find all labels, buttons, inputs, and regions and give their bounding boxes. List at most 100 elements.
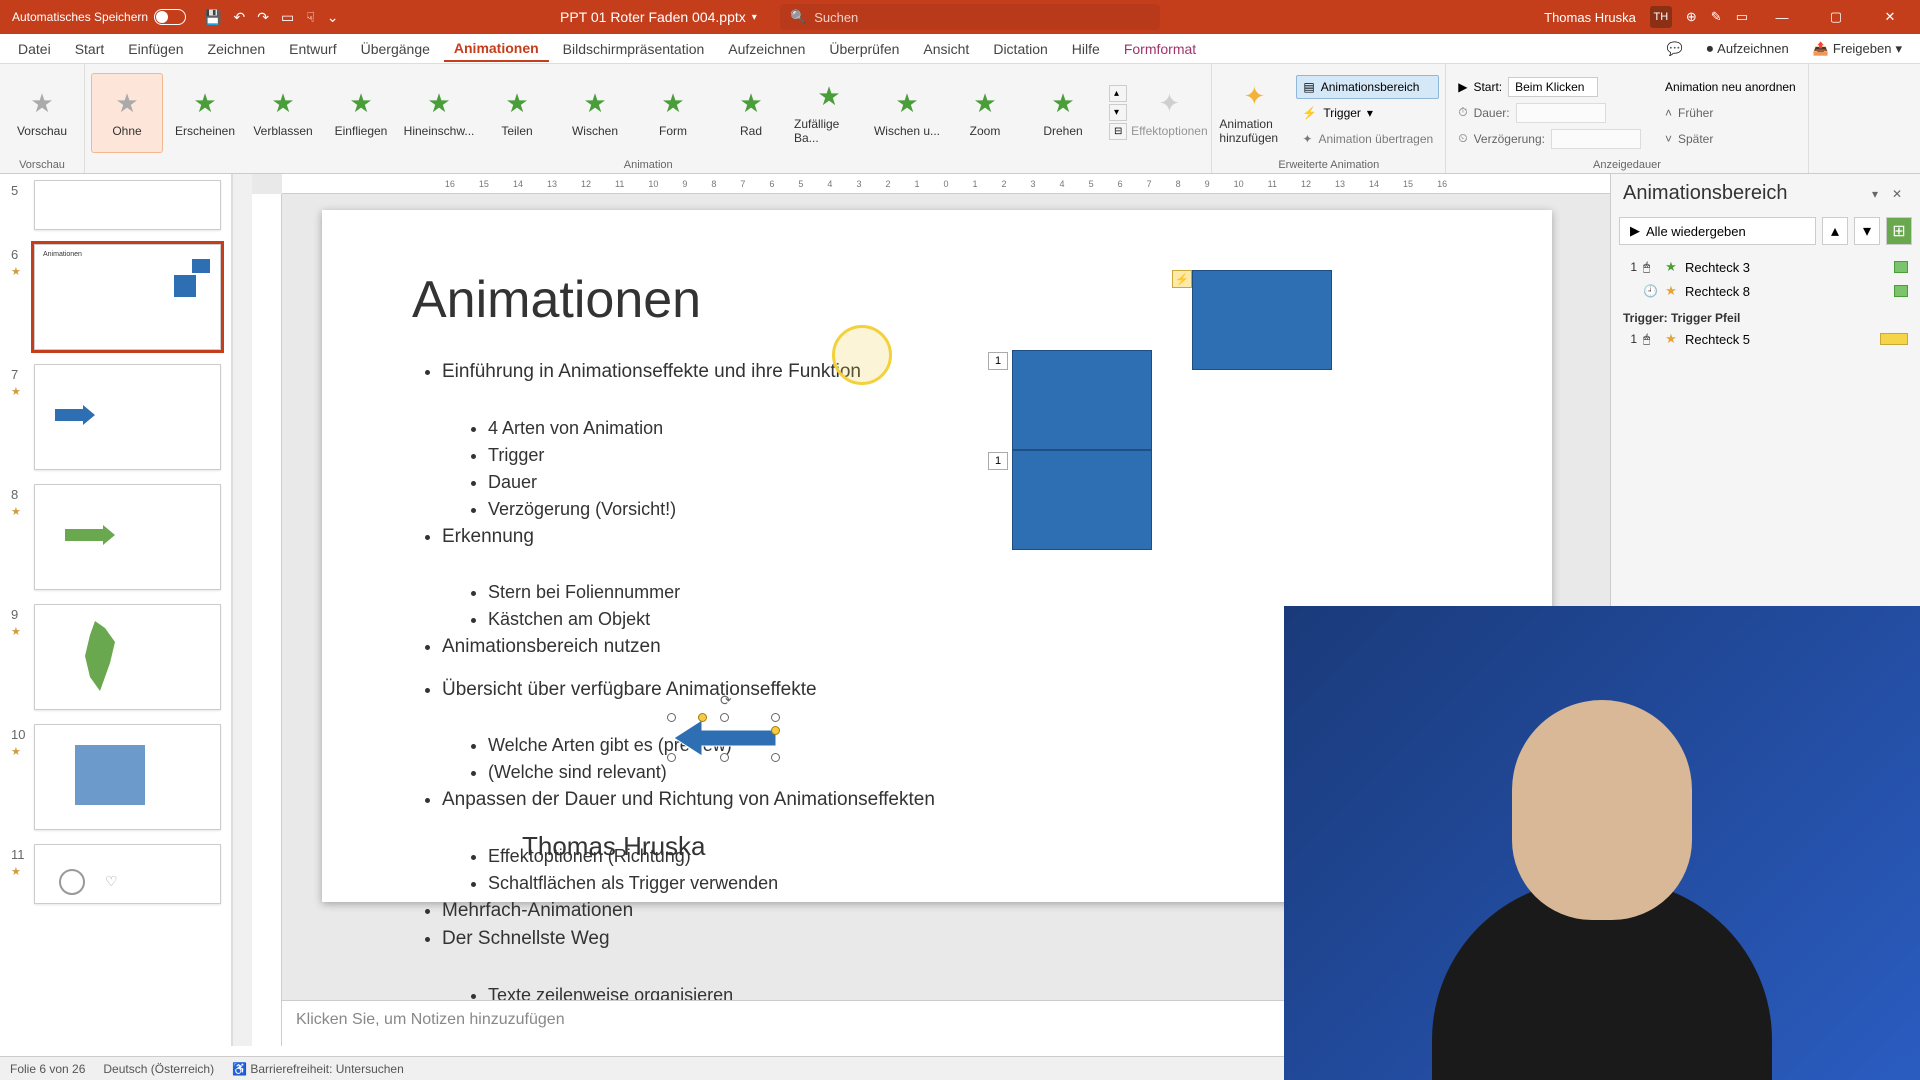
redo-icon[interactable]: ↷ <box>257 9 269 26</box>
rect-3[interactable] <box>1012 350 1152 450</box>
touch-icon[interactable]: ☟ <box>306 9 315 26</box>
qat-more-icon[interactable]: ⌄ <box>327 9 339 26</box>
maximize-button[interactable]: ▢ <box>1816 0 1856 34</box>
tab-entwurf[interactable]: Entwurf <box>279 37 346 61</box>
move-down-button[interactable]: ▾ <box>1854 217 1880 245</box>
tab-start[interactable]: Start <box>65 37 115 61</box>
status-language[interactable]: Deutsch (Österreich) <box>103 1062 214 1076</box>
record-button[interactable]: ⏺ Aufzeichnen <box>1697 37 1799 61</box>
anim-form[interactable]: ★Form <box>637 73 709 153</box>
gallery-up-icon[interactable]: ▴ <box>1109 85 1127 102</box>
slide-author[interactable]: Thomas Hruska <box>522 831 706 862</box>
share-button[interactable]: 📤 Freigeben ▾ <box>1803 37 1912 61</box>
slide-thumb-9[interactable]: 9★ <box>34 604 221 710</box>
anim-tag-1b[interactable]: 1 <box>988 452 1008 470</box>
close-button[interactable]: ✕ <box>1870 0 1910 34</box>
tab-einfuegen[interactable]: Einfügen <box>118 37 193 61</box>
anim-tag-1a[interactable]: 1 <box>988 352 1008 370</box>
slideshow-icon[interactable]: ▭ <box>281 9 294 26</box>
move-earlier-button[interactable]: ˄Früher <box>1659 101 1802 125</box>
adjust-handle[interactable] <box>698 713 707 722</box>
slide-title[interactable]: Animationen <box>322 210 1552 330</box>
tab-bildschirm[interactable]: Bildschirmpräsentation <box>553 37 715 61</box>
anim-zoom[interactable]: ★Zoom <box>949 73 1021 153</box>
status-slide-count[interactable]: Folie 6 von 26 <box>10 1062 85 1076</box>
delay-field[interactable] <box>1551 129 1641 149</box>
start-field[interactable]: Beim Klicken <box>1508 77 1598 97</box>
anim-drehen[interactable]: ★Drehen <box>1027 73 1099 153</box>
autosave-switch[interactable] <box>154 9 186 25</box>
anim-teilen[interactable]: ★Teilen <box>481 73 553 153</box>
user-name[interactable]: Thomas Hruska <box>1544 10 1636 25</box>
slide-thumb-5[interactable]: 5 <box>34 180 221 230</box>
move-later-button[interactable]: ˅Später <box>1659 127 1802 151</box>
slide-thumb-7[interactable]: 7★ <box>34 364 221 470</box>
tab-aufzeichnen[interactable]: Aufzeichnen <box>718 37 815 61</box>
tab-ansicht[interactable]: Ansicht <box>913 37 979 61</box>
add-animation-button[interactable]: ✦Animation hinzufügen <box>1218 73 1290 153</box>
adjust-handle[interactable] <box>771 726 780 735</box>
tab-uebergaenge[interactable]: Übergänge <box>351 37 440 61</box>
tab-formformat[interactable]: Formformat <box>1114 37 1206 61</box>
anim-ohne[interactable]: ★Ohne <box>91 73 163 153</box>
minimize-button[interactable]: — <box>1762 0 1802 34</box>
gallery-down-icon[interactable]: ▾ <box>1109 104 1127 121</box>
cloud-icon[interactable]: ⊕ <box>1686 9 1697 25</box>
handle[interactable] <box>720 753 729 762</box>
search-input[interactable]: 🔍 Suchen <box>780 4 1160 30</box>
tab-datei[interactable]: Datei <box>8 37 61 61</box>
arrow-shape[interactable]: ⟳ <box>672 718 776 758</box>
rect-8[interactable] <box>1012 450 1152 550</box>
handle[interactable] <box>667 753 676 762</box>
play-all-button[interactable]: ▶Alle wiedergeben <box>1619 217 1816 245</box>
gallery-more-icon[interactable]: ⊟ <box>1109 123 1127 140</box>
trigger-button[interactable]: ⚡Trigger ▾ <box>1296 101 1439 125</box>
rotate-handle[interactable]: ⟳ <box>720 692 732 709</box>
anim-item[interactable]: 1 🖱 ★ Rechteck 5 <box>1621 327 1910 351</box>
slide-thumb-8[interactable]: 8★ <box>34 484 221 590</box>
thumb-scrollbar[interactable] <box>232 174 252 1046</box>
undo-icon[interactable]: ↶ <box>234 9 246 26</box>
slide-thumb-6[interactable]: 6★ Animationen <box>34 244 221 350</box>
anim-zufall[interactable]: ★Zufällige Ba... <box>793 73 865 153</box>
rect-top[interactable] <box>1192 270 1332 370</box>
anim-rad[interactable]: ★Rad <box>715 73 787 153</box>
animpane-close-icon[interactable]: ✕ <box>1886 183 1908 205</box>
save-icon[interactable]: 💾 <box>204 9 221 26</box>
animation-pane-button[interactable]: ▤Animationsbereich <box>1296 75 1439 99</box>
anim-einfliegen[interactable]: ★Einfliegen <box>325 73 397 153</box>
tab-zeichnen[interactable]: Zeichnen <box>198 37 276 61</box>
pen-icon[interactable]: ✎ <box>1711 9 1722 25</box>
anim-erscheinen[interactable]: ★Erscheinen <box>169 73 241 153</box>
animation-painter-button[interactable]: ✦Animation übertragen <box>1296 127 1439 151</box>
autosave-toggle[interactable]: Automatisches Speichern <box>12 9 186 25</box>
anim-wischen[interactable]: ★Wischen <box>559 73 631 153</box>
ribbon-display-icon[interactable]: ▭ <box>1736 9 1748 25</box>
filename[interactable]: PPT 01 Roter Faden 004.pptx ▾ <box>560 9 757 25</box>
slide-thumbnails[interactable]: 5 6★ Animationen 7★ 8★ 9★ 10★ 11★ ♡ <box>0 174 232 1046</box>
move-up-button[interactable]: ▴ <box>1822 217 1848 245</box>
handle[interactable] <box>771 713 780 722</box>
tab-dictation[interactable]: Dictation <box>983 37 1057 61</box>
expand-button[interactable]: ⊞ <box>1886 217 1912 245</box>
handle[interactable] <box>667 713 676 722</box>
slide-thumb-10[interactable]: 10★ <box>34 724 221 830</box>
effect-options-button[interactable]: ✦Effektoptionen <box>1133 73 1205 153</box>
animpane-options-icon[interactable]: ▾ <box>1864 183 1886 205</box>
tab-hilfe[interactable]: Hilfe <box>1062 37 1110 61</box>
anim-item[interactable]: 🕘 ★ Rechteck 8 <box>1621 279 1910 303</box>
preview-button[interactable]: ★ Vorschau <box>6 73 78 153</box>
tab-ueberpruefen[interactable]: Überprüfen <box>819 37 909 61</box>
user-avatar[interactable]: TH <box>1650 6 1672 28</box>
comments-button[interactable]: 💬 <box>1656 37 1692 61</box>
duration-field[interactable] <box>1516 103 1606 123</box>
handle[interactable] <box>720 713 729 722</box>
anim-hineinschw[interactable]: ★Hineinschw... <box>403 73 475 153</box>
slide-thumb-11[interactable]: 11★ ♡ <box>34 844 221 904</box>
accessibility-status[interactable]: ♿ Barrierefreiheit: Untersuchen <box>232 1062 404 1076</box>
anim-verblassen[interactable]: ★Verblassen <box>247 73 319 153</box>
anim-item[interactable]: 1 🖱 ★ Rechteck 3 <box>1621 255 1910 279</box>
anim-wischenu[interactable]: ★Wischen u... <box>871 73 943 153</box>
tab-animationen[interactable]: Animationen <box>444 36 549 62</box>
handle[interactable] <box>771 753 780 762</box>
